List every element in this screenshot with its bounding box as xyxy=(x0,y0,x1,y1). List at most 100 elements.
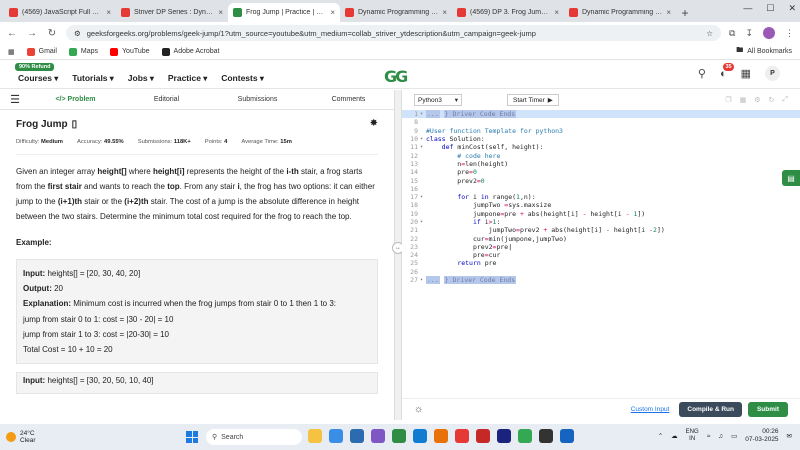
problem-tab[interactable]: Comments xyxy=(303,96,394,103)
window-controls: — ☐ ✕ xyxy=(743,3,796,14)
download-icon[interactable]: ↧ xyxy=(745,28,753,39)
bookmark-star-icon[interactable]: ☆ xyxy=(706,29,713,38)
editor-toolbar: Python3 ▾ Start Timer ▶ ❐ ▦ ⚙ ↻ ⤢ xyxy=(402,90,800,110)
apps-grid-icon[interactable]: ▦ xyxy=(8,48,15,56)
problem-tab[interactable]: </> Problem xyxy=(30,96,121,103)
code-editor[interactable]: 1 ▾... } Driver Code Ends 8 9 #User function… xyxy=(402,110,800,285)
browser-tab[interactable]: (4569) JavaScript Full Cours × xyxy=(4,3,116,22)
wifi-icon[interactable]: ≈ xyxy=(707,433,711,440)
forward-arrow-icon[interactable]: → xyxy=(26,28,38,39)
volume-icon[interactable]: ♫ xyxy=(718,433,723,440)
close-window-icon[interactable]: ✕ xyxy=(788,3,796,14)
taskbar-app-icon[interactable] xyxy=(413,429,427,443)
collapsed-code-ellipsis[interactable]: ... xyxy=(426,276,440,285)
close-tab-icon[interactable]: × xyxy=(442,8,447,17)
taskbar-app-icon[interactable] xyxy=(455,429,469,443)
language-select[interactable]: Python3 ▾ xyxy=(414,94,462,106)
taskbar-app-icon[interactable] xyxy=(392,429,406,443)
average-time-value: 15m xyxy=(280,139,292,145)
chat-icon[interactable]: ▤ xyxy=(782,170,800,186)
gfg-logo[interactable]: GG xyxy=(384,67,408,86)
custom-input-link[interactable]: Custom Input xyxy=(631,406,670,413)
bookmark-label: Maps xyxy=(80,48,99,55)
bookmark-favicon-icon xyxy=(68,47,77,56)
nav-item[interactable]: Contests xyxy=(221,73,264,83)
panel-resize-divider[interactable]: ↔ xyxy=(392,90,404,420)
new-tab-button[interactable]: + xyxy=(676,3,694,22)
profile-avatar[interactable] xyxy=(763,27,775,39)
taskbar-app-icon[interactable] xyxy=(476,429,490,443)
lightbulb-icon[interactable]: ☼ xyxy=(414,404,423,415)
reload-icon[interactable]: ↻ xyxy=(46,28,58,39)
site-info-icon[interactable]: ⚙ xyxy=(74,29,81,38)
nav-item[interactable]: Courses xyxy=(18,73,58,83)
taskbar-app-icon[interactable] xyxy=(308,429,322,443)
taskbar-search-input[interactable]: ⚲ Search xyxy=(206,429,302,445)
nav-item[interactable]: Jobs xyxy=(128,73,154,83)
line-number: 10 xyxy=(410,135,418,144)
nav-item[interactable]: Tutorials xyxy=(72,73,114,83)
bookmark-item[interactable]: Gmail xyxy=(26,47,57,56)
minimize-icon[interactable]: — xyxy=(743,3,752,14)
bookmark-icon[interactable]: ▦ xyxy=(741,67,751,80)
search-icon[interactable]: ⚲ xyxy=(698,67,706,80)
close-tab-icon[interactable]: × xyxy=(330,8,335,17)
compile-run-button[interactable]: Compile & Run xyxy=(679,402,742,417)
cloud-icon[interactable]: ☁ xyxy=(671,432,678,440)
user-avatar[interactable]: P xyxy=(765,66,780,81)
taskbar-app-icon[interactable] xyxy=(434,429,448,443)
taskbar-app-icon[interactable] xyxy=(539,429,553,443)
taskbar-app-icon[interactable] xyxy=(497,429,511,443)
browser-tab[interactable]: Frog Jump | Practice | Geek × xyxy=(228,3,340,22)
chevron-up-icon[interactable]: ⌃ xyxy=(658,432,663,440)
url-input[interactable]: ⚙ geeksforgeeks.org/problems/geek-jump/1… xyxy=(66,25,722,41)
bookmark-item[interactable]: YouTube xyxy=(110,47,150,56)
fullscreen-icon[interactable]: ⤢ xyxy=(782,96,788,104)
taskbar-app-icon[interactable] xyxy=(329,429,343,443)
taskbar-app-icon[interactable] xyxy=(350,429,364,443)
menu-dots-icon[interactable]: ⋮ xyxy=(785,28,794,39)
nav-item[interactable]: Practice xyxy=(168,73,207,83)
code-text: class Solution: xyxy=(426,135,485,144)
code-line: 20 ▾ if i>1: xyxy=(402,218,800,226)
format-icon[interactable]: ▦ xyxy=(740,96,747,104)
maximize-icon[interactable]: ☐ xyxy=(766,3,774,14)
browser-tab[interactable]: Striver DP Series : Dynamic × xyxy=(116,3,228,22)
close-tab-icon[interactable]: × xyxy=(218,8,223,17)
close-tab-icon[interactable]: × xyxy=(106,8,111,17)
problem-tab[interactable]: Editorial xyxy=(121,96,212,103)
collapsed-code-ellipsis[interactable]: ... xyxy=(426,110,440,119)
bookmark-item[interactable]: Adobe Acrobat xyxy=(161,47,219,56)
weather-widget[interactable]: 24°C Clear xyxy=(6,430,36,444)
copy-icon[interactable]: ❐ xyxy=(725,96,731,104)
hamburger-icon[interactable]: ☰ xyxy=(0,93,30,106)
notification-button[interactable]: ◐ 35 xyxy=(720,62,734,80)
all-bookmarks[interactable]: 🖿 All Bookmarks xyxy=(736,46,792,57)
close-tab-icon[interactable]: × xyxy=(666,8,671,17)
close-tab-icon[interactable]: × xyxy=(554,8,559,17)
start-timer-button[interactable]: Start Timer ▶ xyxy=(507,94,559,106)
language-indicator[interactable]: ENG IN xyxy=(686,429,699,443)
clock[interactable]: 00:26 07-03-2025 xyxy=(745,428,778,444)
taskbar-app-icon[interactable] xyxy=(371,429,385,443)
browser-tab[interactable]: Dynamic Programming : Fr × xyxy=(340,3,452,22)
bookmark-outline-icon[interactable]: ▯ xyxy=(72,119,78,130)
notifications-icon[interactable]: ✉ xyxy=(787,432,792,440)
back-arrow-icon[interactable]: ← xyxy=(6,28,18,39)
windows-start-icon[interactable] xyxy=(186,431,198,443)
reset-icon[interactable]: ↻ xyxy=(769,96,775,104)
bug-report-icon[interactable]: ✸ xyxy=(370,118,378,129)
taskbar-app-icon[interactable] xyxy=(518,429,532,443)
line-number: 26 xyxy=(410,267,418,276)
bookmark-item[interactable]: Maps xyxy=(68,47,99,56)
browser-tab[interactable]: (4569) DP 3. Frog Jump | D × xyxy=(452,3,564,22)
extensions-icon[interactable]: ⧉ xyxy=(729,28,735,39)
line-number: 20 xyxy=(410,218,418,226)
battery-icon[interactable]: ▭ xyxy=(731,432,737,440)
problem-tab[interactable]: Submissions xyxy=(212,96,303,103)
taskbar-app-icon[interactable] xyxy=(560,429,574,443)
submit-button[interactable]: Submit xyxy=(747,402,788,417)
settings-icon[interactable]: ⚙ xyxy=(754,96,760,104)
browser-tab[interactable]: Dynamic Programming : Fr × xyxy=(564,3,676,22)
code-line: 27 ▾... } Driver Code Ends xyxy=(402,276,800,285)
